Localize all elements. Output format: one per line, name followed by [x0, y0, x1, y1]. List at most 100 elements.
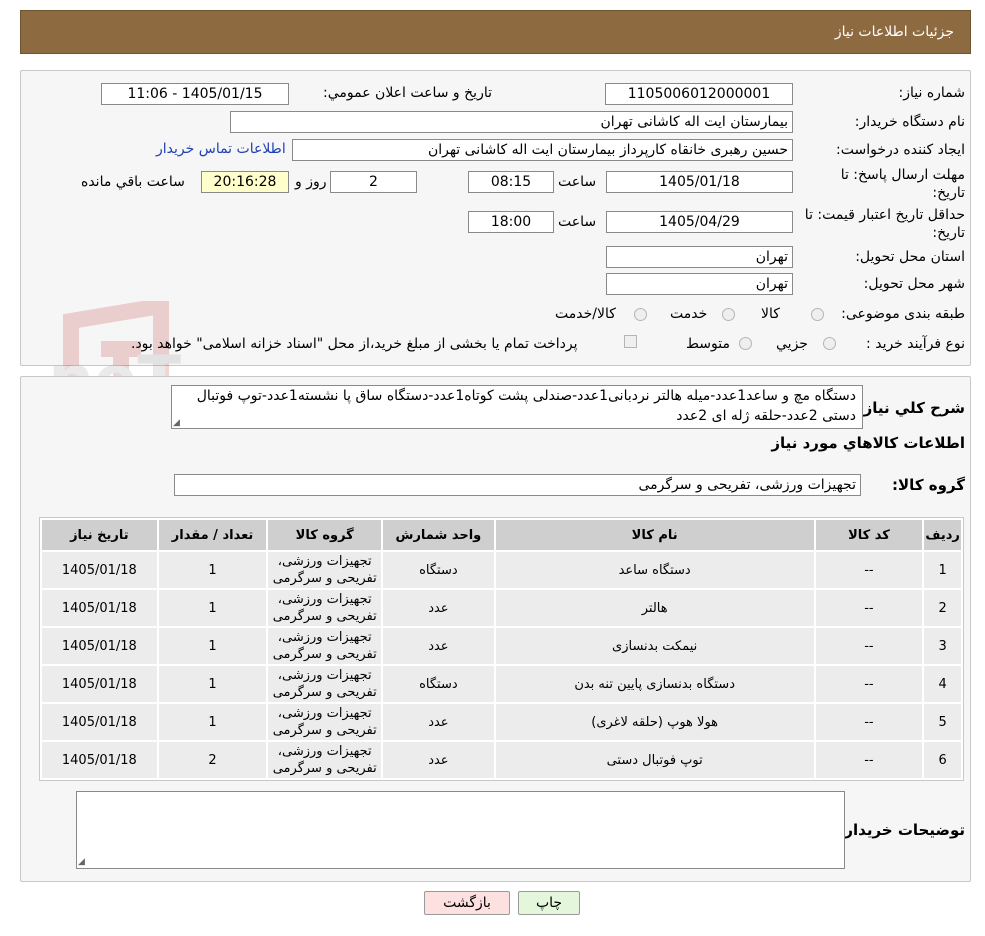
cell-date: 1405/01/18 [42, 704, 157, 740]
cell-code: -- [815, 666, 923, 702]
purchase-radio-medium[interactable] [739, 337, 752, 350]
cell-qty: 1 [158, 590, 267, 626]
table-row: 5 -- هولا هوپ (حلقه لاغری) عدد تجهیزات و… [42, 704, 961, 740]
cell-qty: 1 [158, 666, 267, 702]
cell-date: 1405/01/18 [42, 628, 157, 664]
cell-row-number: 1 [924, 552, 961, 588]
col-header-unit: واحد شمارش [383, 520, 494, 550]
category-option-both: کالا/خدمت [555, 306, 616, 322]
deadline-label: مهلت ارسال پاسخ: تا [840, 167, 965, 183]
announce-label: تاریخ و ساعت اعلان عمومي: [323, 85, 492, 101]
requester-field: حسین رهبری خانقاه کارپرداز بیمارستان ایت… [292, 139, 793, 161]
cell-group-line: تجهیزات ورزشی، [277, 744, 372, 759]
cell-name: نیمکت بدنسازی [495, 628, 814, 664]
col-header-group: گروه کالا [268, 520, 382, 550]
cell-unit: دستگاه [383, 666, 494, 702]
category-radio-both[interactable] [634, 308, 647, 321]
cell-group-line: تفریحی و سرگرمی [272, 571, 377, 586]
remaining-label: ساعت باقي مانده [81, 174, 185, 190]
cell-date: 1405/01/18 [42, 590, 157, 626]
page-header: جزئیات اطلاعات نیاز [20, 10, 971, 54]
cell-row-number: 3 [924, 628, 961, 664]
goods-table: ردیف کد کالا نام کالا واحد شمارش گروه کا… [39, 517, 964, 781]
buyer-org-label: نام دستگاه خریدار: [854, 114, 965, 130]
description-label: شرح کلي نیاز: [857, 399, 965, 417]
cell-group: تجهیزات ورزشی، تفریحی و سرگرمی [268, 628, 382, 664]
cell-unit: عدد [383, 704, 494, 740]
table-row: 3 -- نیمکت بدنسازی عدد تجهیزات ورزشی، تفر… [42, 628, 961, 664]
cell-name: هولا هوپ (حلقه لاغری) [495, 704, 814, 740]
buyer-org-field: بیمارستان ایت اله کاشانی تهران [230, 111, 793, 133]
purchase-option-medium: متوسط [686, 336, 730, 352]
deadline-label-2: تاریخ: [932, 185, 965, 201]
cell-group: تجهیزات ورزشی، تفریحی و سرگرمی [268, 552, 382, 588]
cell-name: دستگاه ساعد [495, 552, 814, 588]
cell-qty: 1 [158, 704, 267, 740]
cell-group-line: تجهیزات ورزشی، [277, 592, 372, 607]
col-header-date: تاریخ نیاز [42, 520, 157, 550]
col-header-code: کد کالا [815, 520, 923, 550]
cell-row-number: 2 [924, 590, 961, 626]
cell-date: 1405/01/18 [42, 552, 157, 588]
goods-group-field: تجهیزات ورزشی، تفریحی و سرگرمی [174, 474, 861, 496]
goods-group-label: گروه کالا: [892, 476, 965, 494]
cell-code: -- [815, 552, 923, 588]
category-radio-service[interactable] [722, 308, 735, 321]
province-field: تهران [606, 246, 793, 268]
treasury-checkbox[interactable] [624, 335, 637, 348]
cell-group-line: تفریحی و سرگرمی [272, 761, 377, 776]
cell-group-line: تفریحی و سرگرمی [272, 685, 377, 700]
category-label: طبقه بندی موضوعی: [841, 306, 965, 322]
buyer-notes-label: توضیحات خریدار: [838, 821, 965, 839]
deadline-date-field: 1405/01/18 [606, 171, 793, 193]
col-header-row-number: ردیف [924, 520, 961, 550]
col-header-qty: تعداد / مقدار [158, 520, 267, 550]
cell-group: تجهیزات ورزشی، تفریحی و سرگرمی [268, 666, 382, 702]
remaining-time-field: 20:16:28 [201, 171, 289, 193]
back-button[interactable]: بازگشت [424, 891, 510, 915]
city-field: تهران [606, 273, 793, 295]
category-radio-goods[interactable] [811, 308, 824, 321]
need-number-label: شماره نیاز: [898, 85, 966, 101]
cell-row-number: 4 [924, 666, 961, 702]
cell-date: 1405/01/18 [42, 742, 157, 778]
cell-name: دستگاه بدنسازی پایین تنه بدن [495, 666, 814, 702]
description-field: دستگاه مچ و ساعد1عدد-میله هالتر نردبانی1… [171, 385, 863, 429]
table-row: 6 -- توپ فوتبال دستی عدد تجهیزات ورزشی، ت… [42, 742, 961, 778]
deadline-time-field: 08:15 [468, 171, 554, 193]
purchase-radio-minor[interactable] [823, 337, 836, 350]
resize-handle-icon[interactable]: ◢ [78, 857, 85, 867]
category-option-service: خدمت [670, 306, 708, 322]
validity-label-2: تاریخ: [932, 225, 965, 241]
cell-group: تجهیزات ورزشی، تفریحی و سرگرمی [268, 704, 382, 740]
cell-code: -- [815, 742, 923, 778]
cell-group-line: تجهیزات ورزشی، [277, 706, 372, 721]
cell-unit: دستگاه [383, 552, 494, 588]
cell-code: -- [815, 590, 923, 626]
table-row: 4 -- دستگاه بدنسازی پایین تنه بدن دستگاه… [42, 666, 961, 702]
payment-note: پرداخت تمام یا بخشی از مبلغ خرید،از محل … [131, 336, 578, 352]
province-label: استان محل تحویل: [855, 249, 965, 265]
cell-date: 1405/01/18 [42, 666, 157, 702]
validity-label: حداقل تاریخ اعتبار قیمت: تا [804, 207, 965, 223]
cell-unit: عدد [383, 590, 494, 626]
days-remaining-field: 2 [330, 171, 417, 193]
buyer-contact-link[interactable]: اطلاعات تماس خریدار [156, 141, 286, 157]
deadline-time-label: ساعت [558, 174, 597, 190]
cell-code: -- [815, 704, 923, 740]
cell-group-line: تفریحی و سرگرمی [272, 647, 377, 662]
resize-handle-icon[interactable]: ◢ [173, 418, 180, 428]
table-row: 1 -- دستگاه ساعد دستگاه تجهیزات ورزشی، تف… [42, 552, 961, 588]
cell-name: توپ فوتبال دستی [495, 742, 814, 778]
page-title: جزئیات اطلاعات نیاز [834, 24, 954, 40]
print-button[interactable]: چاپ [518, 891, 580, 915]
city-label: شهر محل تحویل: [863, 276, 965, 292]
purchase-option-minor: جزیي [776, 336, 808, 352]
buyer-notes-field[interactable] [76, 791, 845, 869]
cell-qty: 1 [158, 628, 267, 664]
cell-unit: عدد [383, 742, 494, 778]
goods-info-title: اطلاعات کالاهاي مورد نیاز [771, 434, 965, 452]
need-number-field: 1105006012000001 [605, 83, 793, 105]
validity-date-field: 1405/04/29 [606, 211, 793, 233]
cell-group-line: تجهیزات ورزشی، [277, 554, 372, 569]
